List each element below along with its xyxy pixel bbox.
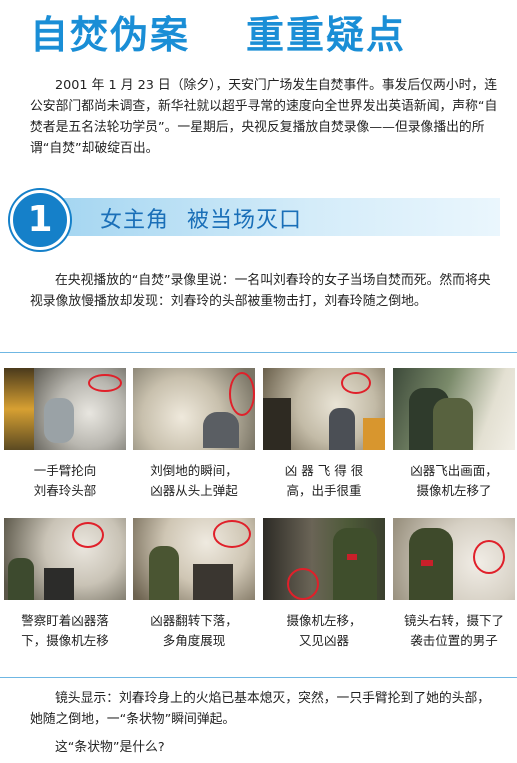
caption-line: 刘春玲头部 [33, 483, 97, 498]
caption-line: 高，出手很重 [286, 483, 362, 498]
frame-6 [133, 518, 255, 600]
frame-7 [263, 518, 385, 600]
video-still-7 [263, 518, 385, 600]
highlight-circle [213, 520, 251, 548]
frame-2 [133, 368, 255, 450]
caption-line: 刘倒地的瞬间， [150, 463, 238, 478]
page-title: 自焚伪案 重重疑点 [30, 4, 406, 57]
frame-5 [4, 518, 126, 600]
video-still-5 [4, 518, 126, 600]
section-header: 1 女主角 被当场灭口 [0, 190, 517, 250]
frame-8-caption: 镜头右转，摄下了 袭击位置的男子 [393, 611, 515, 651]
body-paragraph-4: 这“条状物”是什么? [55, 740, 165, 755]
video-still-3 [263, 368, 385, 450]
caption-line: 又见凶器 [298, 633, 349, 648]
title-part2: 重重疑点 [246, 13, 407, 57]
frame-7-caption: 摄像机左移， 又见凶器 [263, 611, 385, 651]
frame-5-caption: 警察盯着凶器落 下，摄像机左移 [4, 611, 126, 651]
caption-line: 凶器从头上弹起 [150, 483, 238, 498]
frame-1 [4, 368, 126, 450]
frame-1-caption: 一手臂抡向 刘春玲头部 [4, 461, 126, 501]
body-paragraph-2: 在央视播放的“自焚”录像里说：一名叫刘春玲的女子当场自焚而死。然而将央视录像放慢… [30, 273, 491, 309]
caption-line: 凶 器 飞 得 很 [284, 463, 364, 478]
video-still-2 [133, 368, 255, 450]
body-paragraph-3: 镜头显示：刘春玲身上的火焰已基本熄灭，突然，一只手臂抡到了她的头部，她随之倒地，… [30, 691, 491, 727]
highlight-circle [287, 568, 319, 600]
section-title: 女主角 被当场灭口 [100, 202, 302, 234]
frame-4-caption: 凶器飞出画面， 摄像机左移了 [393, 461, 515, 501]
highlight-circle [341, 372, 371, 394]
highlight-circle [473, 540, 505, 574]
caption-line: 摄像机左移， [286, 613, 362, 628]
frame-4 [393, 368, 515, 450]
title-part1: 自焚伪案 [30, 13, 191, 57]
caption-line: 袭击位置的男子 [410, 633, 498, 648]
video-still-4 [393, 368, 515, 450]
caption-line: 凶器飞出画面， [410, 463, 498, 478]
divider-top [0, 352, 517, 353]
divider-bottom [0, 677, 517, 678]
frame-2-caption: 刘倒地的瞬间， 凶器从头上弹起 [133, 461, 255, 501]
intro-paragraph: 2001 年 1 月 23 日（除夕），天安门广场发生自焚事件。事发后仅两小时，… [30, 78, 498, 156]
caption-line: 摄像机左移了 [416, 483, 492, 498]
section-number-badge: 1 [10, 190, 70, 250]
caption-line: 一手臂抡向 [33, 463, 97, 478]
highlight-circle [229, 372, 255, 416]
caption-line: 下，摄像机左移 [21, 633, 109, 648]
frame-6-caption: 凶器翻转下落， 多角度展现 [133, 611, 255, 651]
video-still-6 [133, 518, 255, 600]
caption-line: 多角度展现 [162, 633, 226, 648]
video-still-1 [4, 368, 126, 450]
section-title-b: 被当场灭口 [187, 208, 303, 233]
section-title-a: 女主角 [100, 208, 170, 233]
caption-line: 凶器翻转下落， [150, 613, 238, 628]
video-still-8 [393, 518, 515, 600]
caption-line: 警察盯着凶器落 [21, 613, 109, 628]
frame-3 [263, 368, 385, 450]
highlight-circle [72, 522, 104, 548]
caption-line: 镜头右转，摄下了 [403, 613, 504, 628]
frame-3-caption: 凶 器 飞 得 很 高，出手很重 [263, 461, 385, 501]
frame-8 [393, 518, 515, 600]
highlight-circle [88, 374, 122, 392]
